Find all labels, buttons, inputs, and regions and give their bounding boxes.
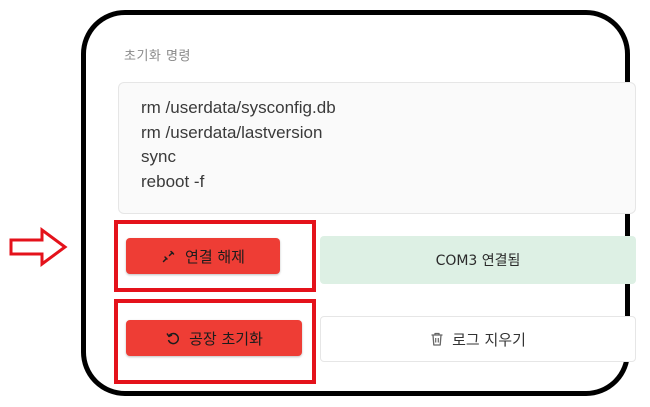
clear-log-button[interactable]: 로그 지우기 — [320, 316, 636, 362]
command-line: rm /userdata/lastversion — [141, 122, 323, 142]
trash-icon — [430, 331, 444, 347]
connection-status: COM3 연결됨 — [320, 236, 636, 284]
init-commands-list: rm /userdata/sysconfig.db rm /userdata/l… — [141, 96, 336, 194]
command-line: rm /userdata/sysconfig.db — [141, 98, 336, 117]
init-commands-label: 초기화 명령 — [124, 49, 191, 64]
command-line: sync — [141, 147, 176, 166]
clear-log-button-label: 로그 지우기 — [452, 330, 526, 349]
highlight-box-factory-reset — [114, 299, 316, 384]
command-line: reboot -f — [141, 171, 205, 191]
highlight-box-disconnect — [114, 220, 316, 292]
pointer-arrow-icon — [9, 227, 68, 267]
